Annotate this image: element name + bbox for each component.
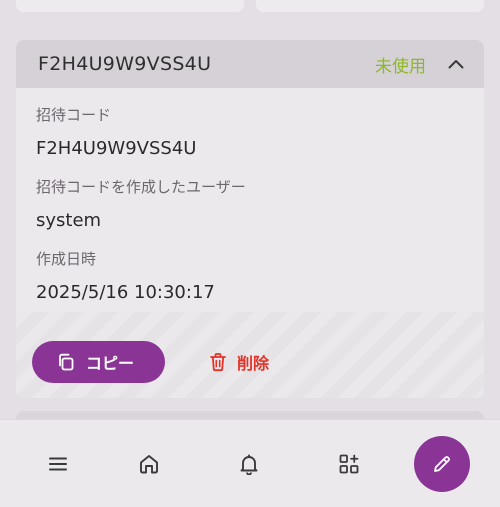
home-button[interactable] bbox=[137, 452, 161, 476]
home-icon bbox=[140, 455, 158, 474]
invite-code-value: F2H4U9W9VSS4U bbox=[36, 138, 197, 159]
menu-button[interactable] bbox=[46, 452, 70, 476]
invite-card-title: F2H4U9W9VSS4U bbox=[38, 53, 212, 75]
previous-card-right bbox=[256, 0, 484, 12]
bell-icon bbox=[240, 454, 258, 475]
notifications-button[interactable] bbox=[237, 452, 261, 476]
trash-icon bbox=[209, 352, 227, 372]
invite-card-body: 招待コード F2H4U9W9VSS4U 招待コードを作成したユーザー syste… bbox=[16, 105, 484, 305]
invite-code-label: 招待コード bbox=[36, 106, 112, 124]
compose-fab[interactable] bbox=[414, 436, 470, 492]
delete-button[interactable]: 削除 bbox=[209, 341, 269, 383]
bottom-navigation bbox=[0, 419, 500, 507]
chevron-up-icon[interactable] bbox=[448, 56, 464, 72]
pencil-icon bbox=[434, 456, 450, 472]
created-at-value: 2025/5/16 10:30:17 bbox=[36, 282, 215, 303]
menu-icon bbox=[49, 457, 67, 471]
copy-button-label: コピー bbox=[86, 354, 135, 373]
invite-card-header[interactable]: F2H4U9W9VSS4U 未使用 bbox=[16, 40, 484, 88]
apps-add-icon bbox=[339, 454, 359, 474]
card-actions: コピー 削除 bbox=[16, 312, 484, 398]
creator-label: 招待コードを作成したユーザー bbox=[36, 178, 246, 196]
creator-value: system bbox=[36, 210, 102, 231]
copy-button[interactable]: コピー bbox=[32, 341, 165, 383]
invite-code-card: F2H4U9W9VSS4U 未使用 招待コード F2H4U9W9VSS4U 招待… bbox=[16, 40, 484, 398]
previous-card-left bbox=[16, 0, 244, 12]
status-badge: 未使用 bbox=[375, 56, 426, 77]
copy-icon bbox=[56, 352, 76, 372]
apps-add-button[interactable] bbox=[337, 452, 361, 476]
delete-button-label: 削除 bbox=[237, 354, 270, 373]
created-at-label: 作成日時 bbox=[36, 250, 97, 268]
